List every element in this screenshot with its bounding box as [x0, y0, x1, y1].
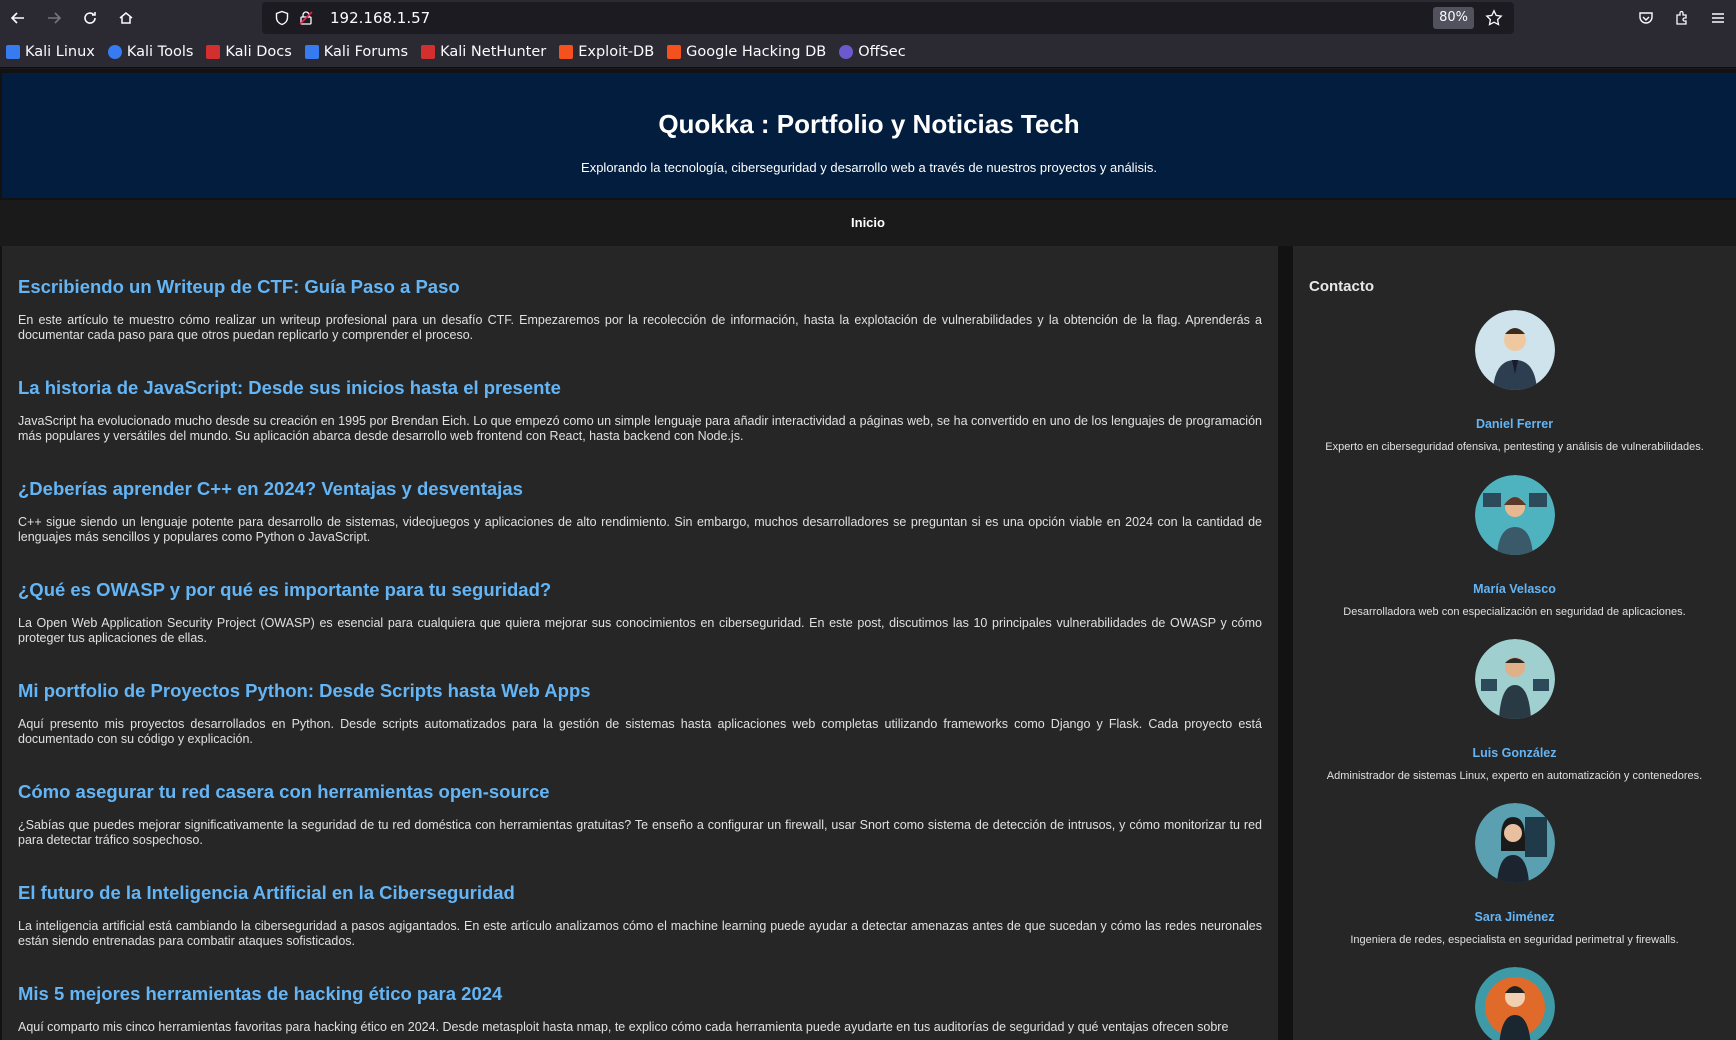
- site-nav: Inicio: [0, 200, 1736, 246]
- bookmark-kali-docs[interactable]: Kali Docs: [206, 44, 292, 60]
- bookmark-kali-tools[interactable]: Kali Tools: [107, 44, 193, 60]
- post-item: El futuro de la Inteligencia Artificial …: [18, 882, 1262, 949]
- contact-sidebar: Contacto Daniel Ferrer Experto en cibers…: [1293, 246, 1736, 1040]
- contact-description: Desarrolladora web con especialización e…: [1343, 606, 1686, 618]
- contact-description: Administrador de sistemas Linux, experto…: [1326, 770, 1703, 782]
- bookmark-kali-linux[interactable]: Kali Linux: [6, 44, 95, 60]
- site-title: Quokka : Portfolio y Noticias Tech: [658, 109, 1080, 139]
- post-item: Escribiendo un Writeup de CTF: Guía Paso…: [18, 276, 1262, 343]
- post-title[interactable]: El futuro de la Inteligencia Artificial …: [18, 882, 1262, 904]
- nethunter-icon: [421, 44, 436, 59]
- kali-tools-icon: [107, 44, 122, 59]
- post-title[interactable]: Escribiendo un Writeup de CTF: Guía Paso…: [18, 276, 1262, 298]
- post-item: Mi portfolio de Proyectos Python: Desde …: [18, 680, 1262, 747]
- post-excerpt: La inteligencia artificial está cambiand…: [18, 919, 1262, 948]
- menu-icon[interactable]: [1700, 0, 1736, 36]
- post-excerpt: En este artículo te muestro cómo realiza…: [18, 313, 1262, 342]
- avatar: [1474, 803, 1555, 883]
- forward-arrow-icon[interactable]: [36, 0, 72, 36]
- contact-card: María Velasco Desarrolladora web con esp…: [1293, 475, 1736, 618]
- post-title[interactable]: Cómo asegurar tu red casera con herramie…: [18, 781, 1262, 803]
- avatar: [1474, 475, 1555, 555]
- sidebar-title: Contacto: [1309, 278, 1374, 295]
- contact-name[interactable]: Luis González: [1293, 746, 1736, 760]
- posts-column: Escribiendo un Writeup de CTF: Guía Paso…: [2, 246, 1278, 1040]
- avatar: [1474, 310, 1555, 390]
- pocket-icon[interactable]: [1628, 0, 1664, 36]
- url-bar[interactable]: 192.168.1.57 80%: [262, 2, 1514, 34]
- bookmark-star-icon[interactable]: [1482, 6, 1506, 30]
- bookmark-google-hacking-db[interactable]: Google Hacking DB: [667, 44, 826, 60]
- post-title[interactable]: Mis 5 mejores herramientas de hacking ét…: [18, 983, 1262, 1005]
- shield-icon[interactable]: [272, 8, 292, 28]
- site-subtitle: Explorando la tecnología, ciberseguridad…: [581, 160, 1157, 175]
- extensions-icon[interactable]: [1664, 0, 1700, 36]
- avatar: [1474, 967, 1555, 1040]
- post-item: ¿Qué es OWASP y por qué es importante pa…: [18, 579, 1262, 646]
- contact-card: [1293, 967, 1736, 1040]
- back-arrow-icon[interactable]: [0, 0, 36, 36]
- web-page: Quokka : Portfolio y Noticias Tech Explo…: [0, 69, 1736, 1040]
- reload-icon[interactable]: [72, 0, 108, 36]
- contact-card: Sara Jiménez Ingeniera de redes, especia…: [1293, 803, 1736, 946]
- contact-card: Daniel Ferrer Experto en ciberseguridad …: [1293, 310, 1736, 453]
- exploit-db-icon: [559, 44, 574, 59]
- kali-docs-icon: [206, 44, 221, 59]
- post-item: La historia de JavaScript: Desde sus ini…: [18, 377, 1262, 444]
- post-title[interactable]: La historia de JavaScript: Desde sus ini…: [18, 377, 1262, 399]
- contact-card: Luis González Administrador de sistemas …: [1293, 639, 1736, 782]
- contact-name[interactable]: Daniel Ferrer: [1293, 417, 1736, 431]
- url-text[interactable]: 192.168.1.57: [330, 9, 430, 27]
- site-header: Quokka : Portfolio y Noticias Tech Explo…: [2, 73, 1736, 198]
- contact-name[interactable]: María Velasco: [1293, 582, 1736, 596]
- post-title[interactable]: Mi portfolio de Proyectos Python: Desde …: [18, 680, 1262, 702]
- post-excerpt: C++ sigue siendo un lenguaje potente par…: [18, 515, 1262, 544]
- nav-link-inicio[interactable]: Inicio: [851, 200, 885, 246]
- bookmark-exploit-db[interactable]: Exploit-DB: [559, 44, 654, 60]
- post-excerpt: Aquí comparto mis cinco herramientas fav…: [18, 1020, 1229, 1034]
- post-item: ¿Deberías aprender C++ en 2024? Ventajas…: [18, 478, 1262, 545]
- post-item: Mis 5 mejores herramientas de hacking ét…: [18, 983, 1262, 1035]
- post-excerpt: Aquí presento mis proyectos desarrollado…: [18, 717, 1262, 746]
- kali-forums-icon: [304, 44, 319, 59]
- bookmark-offsec[interactable]: OffSec: [839, 44, 906, 60]
- contact-name[interactable]: Sara Jiménez: [1293, 910, 1736, 924]
- home-icon[interactable]: [108, 0, 144, 36]
- post-title[interactable]: ¿Deberías aprender C++ en 2024? Ventajas…: [18, 478, 1262, 500]
- insecure-lock-icon[interactable]: [296, 8, 316, 28]
- post-item: Cómo asegurar tu red casera con herramie…: [18, 781, 1262, 848]
- avatar: [1474, 639, 1555, 719]
- browser-toolbar: 192.168.1.57 80%: [0, 0, 1736, 36]
- zoom-indicator[interactable]: 80%: [1433, 7, 1474, 29]
- offsec-icon: [839, 44, 854, 59]
- post-excerpt: JavaScript ha evolucionado mucho desde s…: [18, 414, 1262, 443]
- ghdb-icon: [667, 44, 682, 59]
- post-excerpt: La Open Web Application Security Project…: [18, 616, 1262, 645]
- post-title[interactable]: ¿Qué es OWASP y por qué es importante pa…: [18, 579, 1262, 601]
- bookmark-kali-nethunter[interactable]: Kali NetHunter: [421, 44, 546, 60]
- contact-description: Ingeniera de redes, especialista en segu…: [1350, 934, 1679, 946]
- post-excerpt: ¿Sabías que puedes mejorar significativa…: [18, 818, 1262, 847]
- bookmark-kali-forums[interactable]: Kali Forums: [304, 44, 408, 60]
- kali-dragon-icon: [6, 44, 20, 59]
- bookmarks-toolbar: Kali Linux Kali Tools Kali Docs Kali For…: [0, 36, 1736, 68]
- contact-description: Experto en ciberseguridad ofensiva, pent…: [1325, 441, 1704, 453]
